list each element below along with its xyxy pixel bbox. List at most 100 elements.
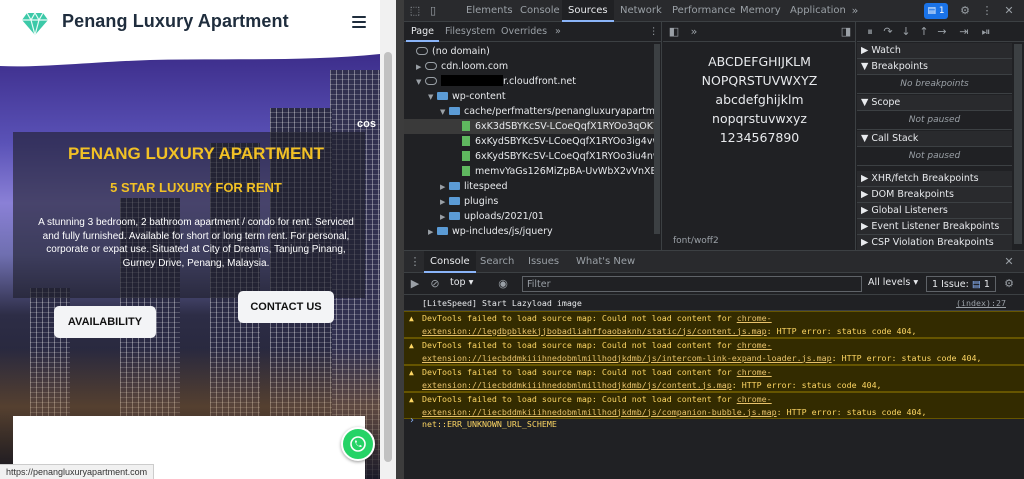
collapse-arrow-icon[interactable]: ▼ xyxy=(440,105,449,119)
expand-arrow-icon[interactable]: ▶ xyxy=(440,195,449,209)
tab-application[interactable]: Application xyxy=(784,0,852,22)
console-prompt[interactable]: › xyxy=(410,415,414,426)
tree-item[interactable]: ▶ litespeed xyxy=(404,179,654,194)
tree-item[interactable]: ▶ wp-includes/js/jquery xyxy=(404,224,654,239)
navigator-subtabs: Page Filesystem Overrides » ⋮ xyxy=(404,22,662,42)
pause-on-exceptions-icon[interactable]: ⏯ xyxy=(979,25,993,39)
close-icon[interactable]: ✕ xyxy=(1002,4,1016,18)
tab-console[interactable]: Console xyxy=(514,0,566,22)
font-preview-line: ABCDEFGHIJKLM xyxy=(708,54,811,69)
whatsapp-icon[interactable] xyxy=(341,427,375,461)
section-dom-breakpoints[interactable]: ▶ DOM Breakpoints xyxy=(857,187,1012,203)
source-link[interactable]: (index):27 xyxy=(956,297,1006,310)
pause-icon[interactable]: ⏸ xyxy=(863,25,877,39)
font-file-icon xyxy=(462,136,470,146)
expand-arrow-icon[interactable]: ▶ xyxy=(416,60,425,74)
console-filter-input[interactable] xyxy=(522,276,862,292)
tree-item[interactable]: ▶ uploads/2021/01 xyxy=(404,209,654,224)
font-preview-line: 1234567890 xyxy=(719,130,800,145)
navigator-menu-icon[interactable]: ⋮ xyxy=(644,22,664,42)
step-icon[interactable]: → xyxy=(935,25,949,39)
collapse-arrow-icon[interactable]: ▼ xyxy=(428,90,437,104)
warning-icon: ▲ xyxy=(409,341,414,350)
tree-item[interactable]: ▶ plugins xyxy=(404,194,654,209)
step-out-icon[interactable]: ↑ xyxy=(917,25,931,39)
kebab-menu-icon[interactable]: ⋮ xyxy=(408,255,422,269)
clear-console-icon[interactable]: ⊘ xyxy=(428,277,442,291)
console-drawer: ⋮ Console Search Issues What's New ✕ ▶ ⊘… xyxy=(404,250,1024,479)
eye-icon[interactable]: ◉ xyxy=(496,277,510,291)
tree-item[interactable]: memvYaGs126MiZpBA-UvWbX2vVnXBbObj2O xyxy=(404,164,654,179)
tab-sources[interactable]: Sources xyxy=(562,0,614,22)
section-breakpoints[interactable]: ▼ Breakpoints xyxy=(857,59,1012,75)
tab-memory[interactable]: Memory xyxy=(734,0,787,22)
tree-item[interactable]: 6xKydSBYKcSV-LCoeQqfX1RYOo3iu4nwlxdu3c xyxy=(404,149,654,164)
section-event-listener-breakpoints[interactable]: ▶ Event Listener Breakpoints xyxy=(857,219,1012,235)
tree-item[interactable]: ▼ wp-content xyxy=(404,89,654,104)
gear-icon[interactable]: ⚙ xyxy=(958,4,972,18)
cloud-icon xyxy=(425,62,437,70)
folder-icon xyxy=(449,197,460,205)
tab-performance[interactable]: Performance xyxy=(666,0,741,22)
drawer-tab-whats-new[interactable]: What's New xyxy=(570,251,641,273)
step-over-icon[interactable]: ↷ xyxy=(881,25,895,39)
page-scrollbar[interactable] xyxy=(380,0,396,479)
more-subtabs-icon[interactable]: » xyxy=(550,22,566,42)
tab-network[interactable]: Network xyxy=(614,0,668,22)
hero-description: A stunning 3 bedroom, 2 bathroom apartme… xyxy=(38,217,354,269)
subtab-overrides[interactable]: Overrides xyxy=(496,22,552,42)
hamburger-menu-icon[interactable] xyxy=(352,16,366,28)
device-toolbar-icon[interactable]: ▯ xyxy=(426,4,440,18)
contact-us-button[interactable]: CONTACT US xyxy=(238,291,334,323)
availability-button[interactable]: AVAILABILITY xyxy=(54,306,156,338)
section-global-listeners[interactable]: ▶ Global Listeners xyxy=(857,203,1012,219)
expand-arrow-icon[interactable]: ▶ xyxy=(440,180,449,194)
tree-item[interactable]: ▼cache/perfmatters/penangluxuryapartment… xyxy=(404,104,654,119)
tree-item-selected[interactable]: 6xK3dSBYKcSV-LCoeQqfX1RYOo3qOK7lujVj9w xyxy=(404,119,654,134)
kebab-menu-icon[interactable]: ⋮ xyxy=(980,4,994,18)
section-xhr-breakpoints[interactable]: ▶ XHR/fetch Breakpoints xyxy=(857,171,1012,187)
collapse-arrow-icon[interactable]: ▼ xyxy=(416,75,425,89)
gear-icon[interactable]: ⚙ xyxy=(1002,277,1016,291)
pane-divider[interactable] xyxy=(396,0,404,479)
tree-item[interactable]: ▼ r.cloudfront.net xyxy=(404,74,654,89)
debugger-sidebar: ⏸ ↷ ↓ ↑ → ⇥ ⏯ ▶ Watch ▼ Breakpoints No b… xyxy=(857,22,1024,251)
deactivate-breakpoints-icon[interactable]: ⇥ xyxy=(957,25,971,39)
section-csp-violation-breakpoints[interactable]: ▶ CSP Violation Breakpoints xyxy=(857,235,1012,251)
section-call-stack[interactable]: ▼ Call Stack xyxy=(857,131,1012,147)
navigator-scrollbar[interactable] xyxy=(654,44,660,234)
font-file-icon xyxy=(462,121,470,131)
drawer-tab-console[interactable]: Console xyxy=(424,251,476,273)
close-drawer-icon[interactable]: ✕ xyxy=(1002,255,1016,269)
tab-elements[interactable]: Elements xyxy=(460,0,519,22)
issues-badge[interactable]: ▤ 1 xyxy=(924,3,948,19)
tree-item[interactable]: (no domain) xyxy=(404,44,654,59)
expand-arrow-icon[interactable]: ▶ xyxy=(440,210,449,224)
log-levels-dropdown[interactable]: All levels ▾ xyxy=(868,277,918,288)
section-scope[interactable]: ▼ Scope xyxy=(857,95,1012,111)
warning-icon: ▲ xyxy=(409,368,414,377)
debugger-scrollbar[interactable] xyxy=(1014,44,1022,244)
scrollbar-thumb[interactable] xyxy=(384,52,392,462)
issues-button[interactable]: 1 Issue: ▤ 1 xyxy=(926,276,996,292)
toggle-navigator-icon[interactable]: ◧ xyxy=(667,25,681,39)
step-into-icon[interactable]: ↓ xyxy=(899,25,913,39)
expand-arrow-icon[interactable]: ▶ xyxy=(428,225,437,239)
subtab-page[interactable]: Page xyxy=(406,22,439,42)
site-title[interactable]: Penang Luxury Apartment xyxy=(62,11,289,32)
drawer-tab-issues[interactable]: Issues xyxy=(522,251,565,273)
console-warning: ▲ DevTools failed to load source map: Co… xyxy=(404,365,1024,402)
diamond-logo-icon[interactable] xyxy=(22,11,48,35)
tree-item[interactable]: 6xKydSBYKcSV-LCoeQqfX1RYOo3ig4vwlxdu3c xyxy=(404,134,654,149)
context-selector[interactable]: top ▾ xyxy=(450,277,473,288)
toggle-debugger-icon[interactable]: ◨ xyxy=(839,25,853,39)
inspect-element-icon[interactable]: ⬚ xyxy=(408,4,422,18)
tree-item[interactable]: ▶ cdn.loom.com xyxy=(404,59,654,74)
subtab-filesystem[interactable]: Filesystem xyxy=(440,22,500,42)
callstack-not-paused: Not paused xyxy=(857,147,1012,166)
more-files-icon[interactable]: » xyxy=(687,25,701,39)
section-watch[interactable]: ▶ Watch xyxy=(857,43,1012,59)
sidebar-toggle-icon[interactable]: ▶ xyxy=(408,277,422,291)
drawer-tab-search[interactable]: Search xyxy=(474,251,520,273)
more-tabs-icon[interactable]: » xyxy=(848,4,862,18)
